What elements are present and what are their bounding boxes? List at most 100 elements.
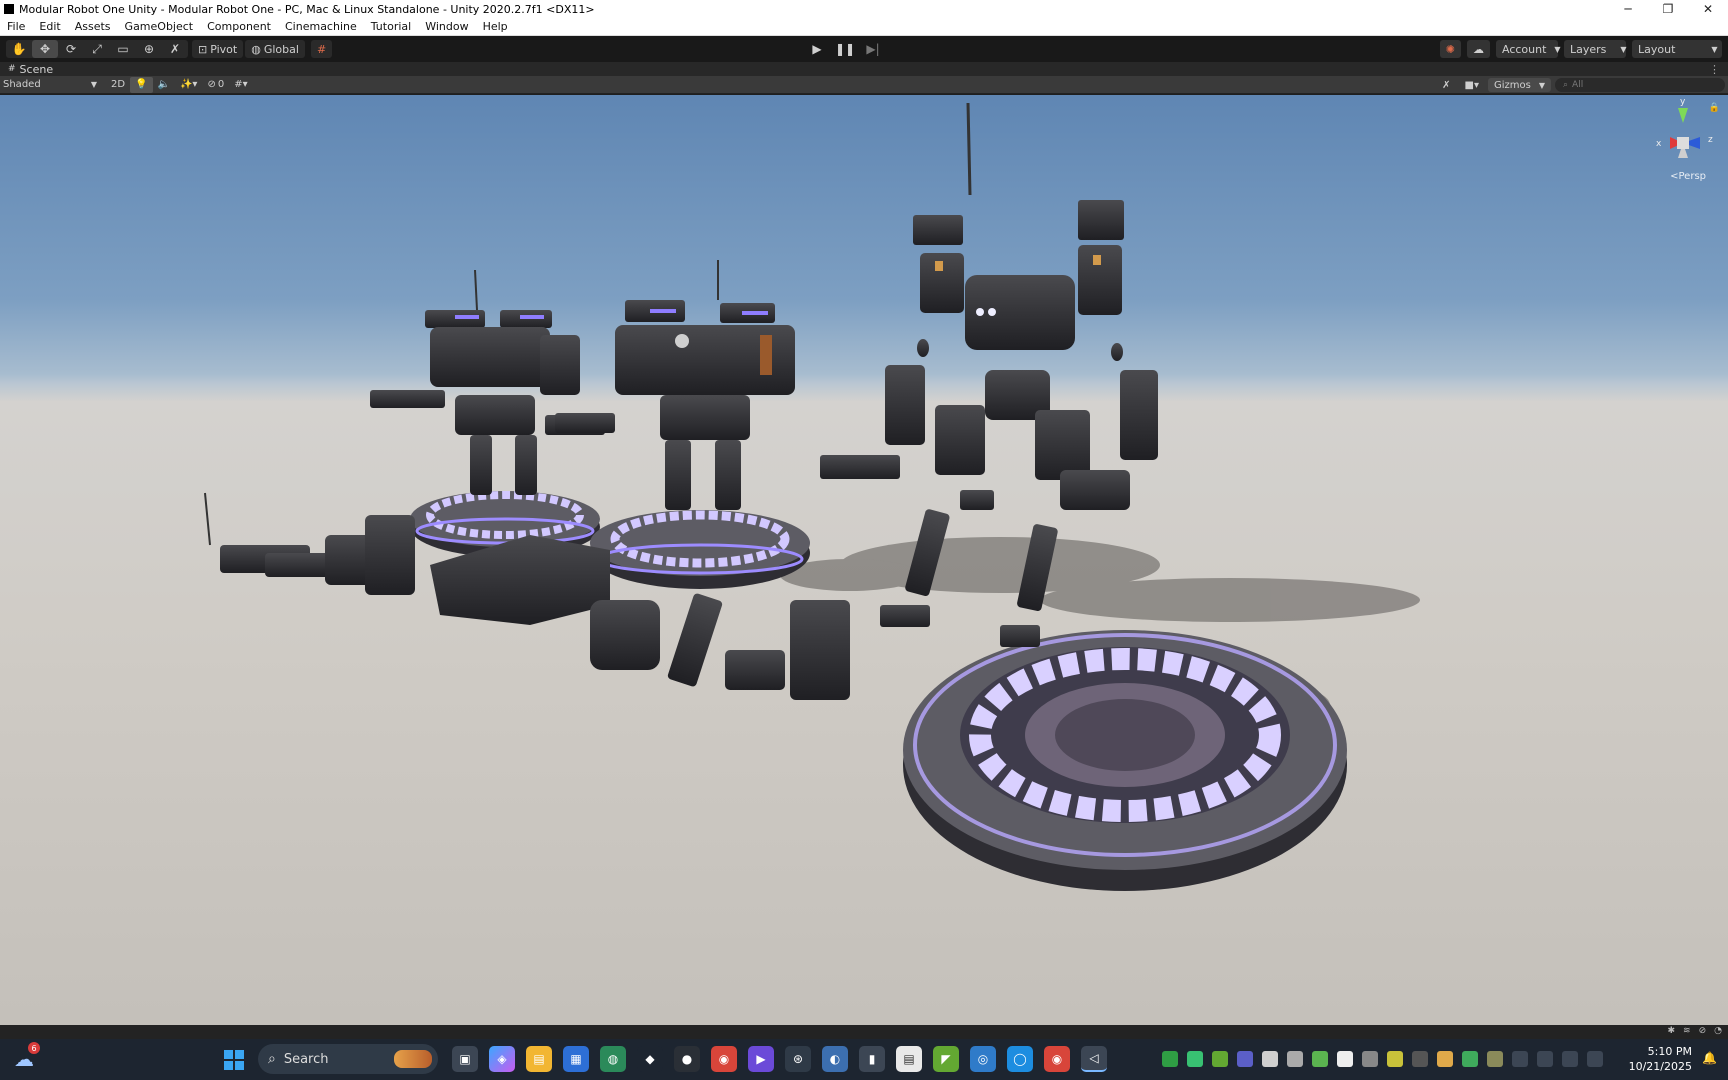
draw-mode-dropdown[interactable]: Shaded ▼: [0, 77, 100, 93]
menu-cinemachine[interactable]: Cinemachine: [278, 20, 364, 33]
grid-snap-button[interactable]: #: [310, 40, 333, 58]
grid-toggle-icon[interactable]: #▾: [229, 77, 252, 93]
box-icon[interactable]: [1487, 1051, 1503, 1067]
alienware-icon[interactable]: ◆: [637, 1046, 663, 1072]
hidden-count: 0: [217, 79, 225, 90]
global-toggle[interactable]: ◍ Global: [245, 40, 305, 58]
custom-tool-icon[interactable]: ✗: [162, 40, 188, 58]
chrome-icon[interactable]: ◉: [711, 1046, 737, 1072]
tools-icon[interactable]: ✗: [1437, 77, 1455, 93]
tab-menu-icon[interactable]: ⋮: [1709, 63, 1720, 76]
cloud-button[interactable]: ☁: [1467, 40, 1490, 58]
layers-status-icon[interactable]: ≋: [1683, 1026, 1691, 1036]
shield-icon[interactable]: [1462, 1051, 1478, 1067]
grid-snap-icon: #: [316, 42, 327, 56]
bug-icon[interactable]: ✱: [1668, 1026, 1676, 1036]
menu-tutorial[interactable]: Tutorial: [364, 20, 418, 33]
g-hub-icon[interactable]: [1337, 1051, 1353, 1067]
usb-icon[interactable]: ▮: [859, 1046, 885, 1072]
audio-toggle-icon[interactable]: 🔈: [153, 77, 175, 93]
search-placeholder: All: [1572, 80, 1584, 90]
nvidia-tray-icon[interactable]: [1212, 1051, 1228, 1067]
ime-icon[interactable]: [1412, 1051, 1428, 1067]
restore-button[interactable]: ❐: [1648, 0, 1688, 18]
layout-label: Layout: [1638, 42, 1676, 56]
visibility-toggle[interactable]: ⊘ 0: [202, 77, 229, 93]
browser-globe-icon[interactable]: ◍: [600, 1046, 626, 1072]
volume-icon[interactable]: [1562, 1051, 1578, 1067]
nvidia-icon[interactable]: ◤: [933, 1046, 959, 1072]
lighting-toggle-icon[interactable]: 💡: [130, 76, 153, 93]
effects-toggle-icon[interactable]: ✨▾: [175, 77, 202, 93]
auto-generate-icon[interactable]: ⊘: [1699, 1026, 1707, 1036]
razer-icon[interactable]: [1187, 1051, 1203, 1067]
cloud-sync-icon[interactable]: [1437, 1051, 1453, 1067]
transform-tool-icon[interactable]: ⊕: [136, 40, 162, 58]
toolbar-right: ✺ ☁ Account ▼ Layers ▼ Layout ▼: [1439, 40, 1722, 58]
taskbar-clock[interactable]: 5:10 PM 10/21/2025: [1629, 1044, 1692, 1074]
chrome-profile-icon[interactable]: ◉: [1044, 1046, 1070, 1072]
scene-tab-icon: #: [8, 64, 16, 74]
copilot-icon[interactable]: ◈: [489, 1046, 515, 1072]
menu-component[interactable]: Component: [200, 20, 278, 33]
menu-edit[interactable]: Edit: [32, 20, 67, 33]
teams-icon[interactable]: [1237, 1051, 1253, 1067]
pivot-icon: ⊡: [198, 42, 208, 56]
collab-button[interactable]: ✺: [1439, 40, 1461, 58]
menu-help[interactable]: Help: [476, 20, 515, 33]
start-button[interactable]: [224, 1050, 244, 1070]
menu-assets[interactable]: Assets: [68, 20, 118, 33]
pivot-toggle[interactable]: ⊡ Pivot: [192, 40, 244, 58]
steam-icon[interactable]: ⊛: [785, 1046, 811, 1072]
globe-app-icon[interactable]: ◐: [822, 1046, 848, 1072]
wifi-icon[interactable]: [1537, 1051, 1553, 1067]
game-icon[interactable]: [1312, 1051, 1328, 1067]
minimize-button[interactable]: ─: [1608, 0, 1648, 18]
hand-tool-icon[interactable]: ✋: [6, 40, 32, 58]
battery-icon[interactable]: [1587, 1051, 1603, 1067]
xbox-icon[interactable]: [1162, 1051, 1178, 1067]
camera-settings-icon[interactable]: ■▾: [1460, 77, 1484, 93]
task-view-icon[interactable]: ▣: [452, 1046, 478, 1072]
tray-app-icon[interactable]: [1387, 1051, 1403, 1067]
taskbar-search[interactable]: ⌕ Search: [258, 1044, 438, 1074]
pause-icon[interactable]: ❚❚: [832, 40, 858, 58]
taskbar: ☁ 6 ⌕ Search ▣ ◈ ▤ ▦ ◍ ◆ ● ◉ ▶ ⊛ ◐ ▮ ▤ ◤: [0, 1039, 1728, 1080]
move-tool-icon[interactable]: ✥: [32, 40, 58, 58]
scene-viewport[interactable]: y x z <Persp 🔒: [0, 95, 1728, 1025]
sync-icon[interactable]: [1512, 1051, 1528, 1067]
play-icon[interactable]: ▶: [804, 40, 830, 58]
2d-toggle[interactable]: 2D: [106, 77, 130, 93]
menu-window[interactable]: Window: [418, 20, 475, 33]
account-dropdown[interactable]: Account ▼: [1496, 40, 1561, 58]
progress-icon[interactable]: ◔: [1714, 1026, 1722, 1036]
notes-icon[interactable]: ▤: [896, 1046, 922, 1072]
pivot-label: Pivot: [210, 42, 238, 56]
app-dark-icon[interactable]: ●: [674, 1046, 700, 1072]
file-explorer-icon[interactable]: ▤: [526, 1046, 552, 1072]
scene-search-input[interactable]: ⌕ All: [1555, 78, 1725, 92]
scale-tool-icon[interactable]: ⤢: [84, 40, 110, 58]
layers-dropdown[interactable]: Layers ▼: [1564, 40, 1627, 58]
step-icon[interactable]: ▶|: [860, 40, 886, 58]
vs-icon[interactable]: [1262, 1051, 1278, 1067]
earth-icon[interactable]: ◎: [970, 1046, 996, 1072]
layout-dropdown[interactable]: Layout ▼: [1632, 40, 1722, 58]
menu-gameobject[interactable]: GameObject: [118, 20, 201, 33]
rect-tool-icon[interactable]: ▭: [110, 40, 136, 58]
rotate-tool-icon[interactable]: ⟳: [58, 40, 84, 58]
notification-bell-icon[interactable]: 🔔: [1702, 1051, 1718, 1067]
lock-icon[interactable]: 🔒: [1709, 103, 1720, 113]
close-button[interactable]: ✕: [1688, 0, 1728, 18]
unity-hub-icon[interactable]: [1287, 1051, 1303, 1067]
scene-render: [204, 102, 1420, 891]
clapperboard-icon[interactable]: ▶: [748, 1046, 774, 1072]
store-icon[interactable]: ▦: [563, 1046, 589, 1072]
edge-icon[interactable]: ◯: [1007, 1046, 1033, 1072]
onedrive-icon[interactable]: [1362, 1051, 1378, 1067]
tab-scene[interactable]: Scene: [20, 63, 54, 76]
gizmos-dropdown[interactable]: Gizmos ▼: [1487, 78, 1551, 92]
projection-toggle[interactable]: <Persp: [1670, 171, 1706, 182]
unity-icon[interactable]: ◁: [1081, 1046, 1107, 1072]
menu-file[interactable]: File: [0, 20, 32, 33]
